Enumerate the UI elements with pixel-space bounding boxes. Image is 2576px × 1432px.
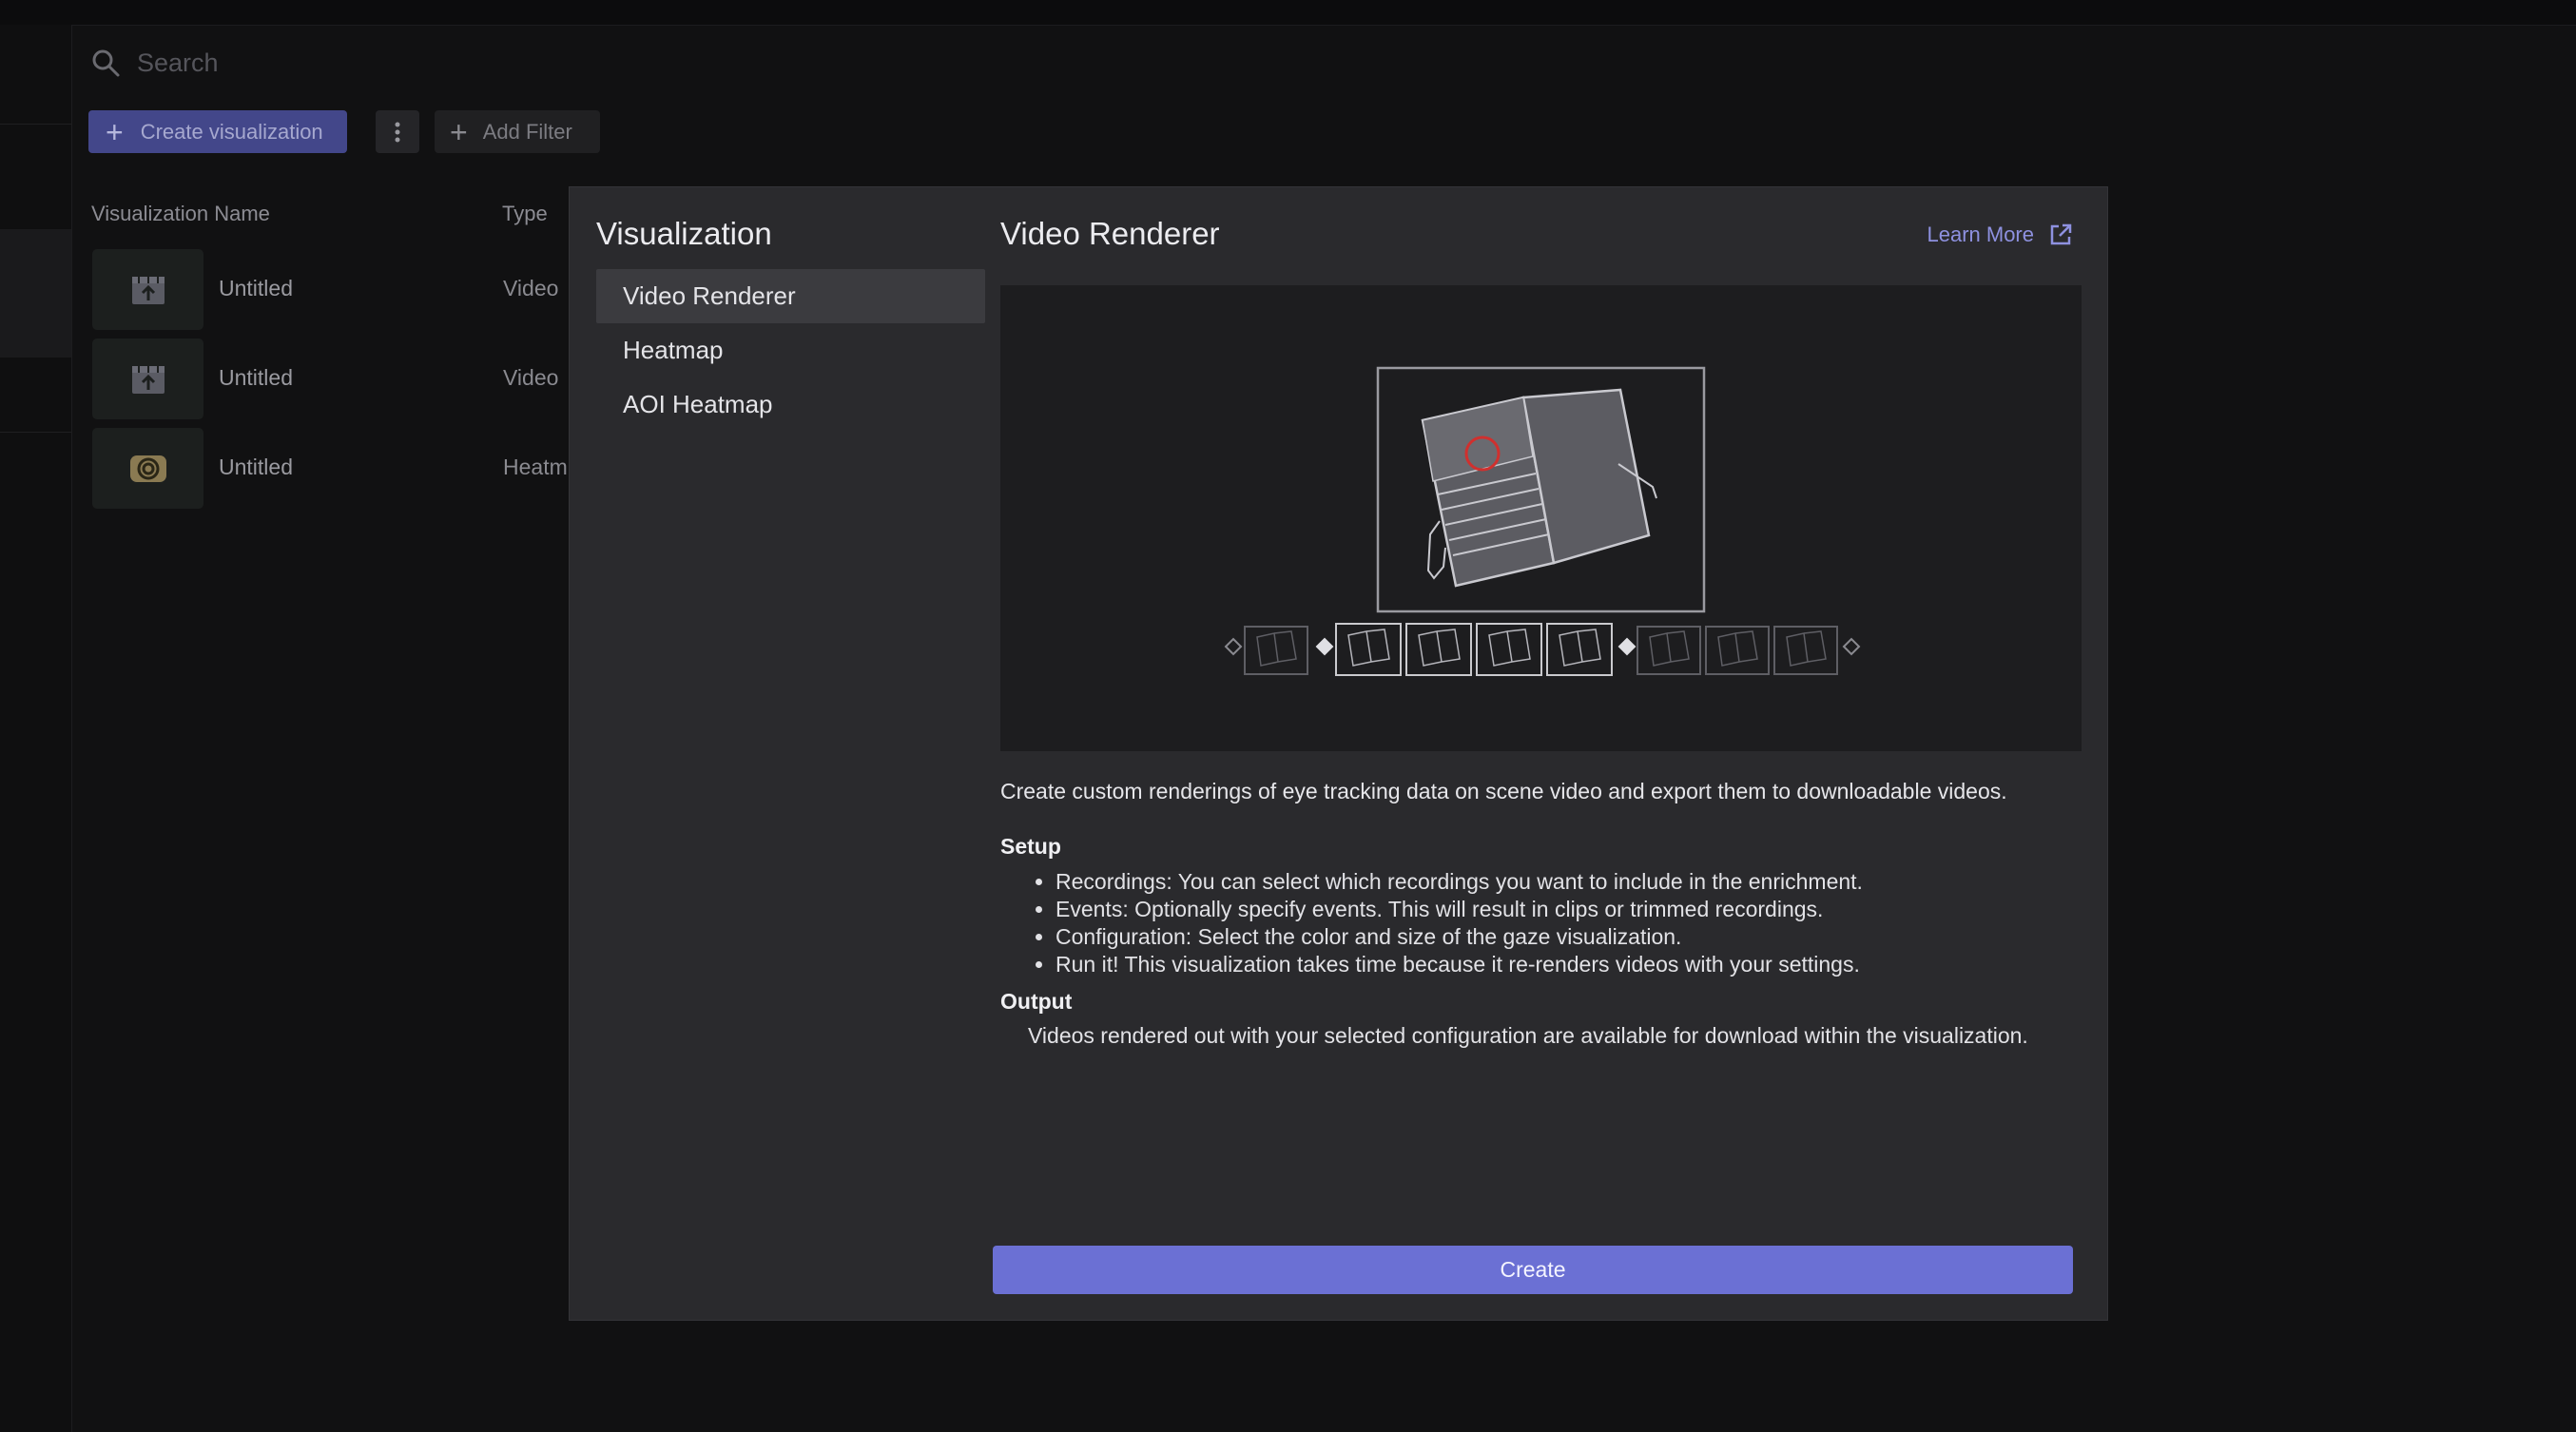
top-bar (0, 0, 2576, 26)
add-filter-label: Add Filter (482, 119, 572, 144)
heatmap-icon (129, 455, 166, 482)
table-row[interactable]: Untitled Video (92, 249, 625, 330)
rail-divider (0, 432, 71, 433)
magazine-icon (1421, 388, 1657, 588)
search-icon (92, 49, 120, 77)
list-item: Run it! This visualization takes time be… (1056, 951, 2140, 978)
list-item: Recordings: You can select which recordi… (1056, 868, 2140, 896)
row-type: Video (503, 365, 559, 390)
row-name: Untitled (219, 455, 293, 479)
row-name: Untitled (219, 276, 293, 300)
visualization-modal: Visualization Video Renderer Heatmap AOI… (569, 186, 2108, 1321)
visualization-type-menu: Video Renderer Heatmap AOI Heatmap (596, 269, 985, 432)
setup-heading: Setup (1000, 834, 1061, 859)
plus-icon: + (106, 114, 124, 149)
description: Create custom renderings of eye tracking… (1000, 779, 2007, 803)
menu-item-aoi-heatmap[interactable]: AOI Heatmap (596, 377, 985, 432)
row-thumbnail (92, 249, 203, 330)
list-item: Configuration: Select the color and size… (1056, 923, 2140, 951)
search-input[interactable] (135, 47, 804, 79)
menu-item-video-renderer[interactable]: Video Renderer (596, 269, 985, 323)
list-item: Events: Optionally specify events. This … (1056, 896, 2140, 923)
left-rail (0, 25, 72, 1432)
create-visualization-label: Create visualization (140, 119, 323, 144)
table-row[interactable]: Untitled Heatm (92, 428, 625, 509)
modal-title: Visualization (596, 216, 772, 251)
output-heading: Output (1000, 989, 1073, 1014)
video-upload-icon (131, 276, 165, 304)
column-header-type[interactable]: Type (502, 202, 548, 226)
app: + Create visualization + Add Filter Visu… (0, 0, 2576, 1432)
create-visualization-button[interactable]: + Create visualization (88, 110, 347, 153)
row-thumbnail (92, 428, 203, 509)
kebab-menu-icon (395, 122, 400, 142)
column-header-name[interactable]: Visualization Name (91, 202, 270, 226)
learn-more-link[interactable]: Learn More (1927, 222, 2074, 248)
more-options-button[interactable] (376, 110, 419, 153)
row-type: Heatm (503, 455, 568, 479)
detail-title: Video Renderer (1000, 216, 1220, 251)
learn-more-label: Learn More (1927, 223, 2034, 246)
rail-selected-item[interactable] (0, 229, 71, 358)
create-button[interactable]: Create (993, 1246, 2073, 1294)
table-row[interactable]: Untitled Video (92, 339, 625, 419)
illustration-graphic (1224, 366, 1861, 676)
menu-item-heatmap[interactable]: Heatmap (596, 323, 985, 377)
video-renderer-illustration (1000, 285, 2082, 751)
rail-divider (0, 124, 71, 125)
row-type: Video (503, 276, 559, 300)
search-bar[interactable] (89, 44, 945, 82)
add-filter-button[interactable]: + Add Filter (435, 110, 600, 153)
external-link-icon (2050, 223, 2072, 245)
row-name: Untitled (219, 365, 293, 390)
video-upload-icon (131, 365, 165, 394)
setup-list: Recordings: You can select which recordi… (1000, 868, 2140, 978)
row-thumbnail (92, 339, 203, 419)
plus-icon: + (450, 114, 468, 149)
output-text: Videos rendered out with your selected c… (1028, 1023, 2028, 1048)
filmstrip-timeline (1224, 623, 1861, 676)
